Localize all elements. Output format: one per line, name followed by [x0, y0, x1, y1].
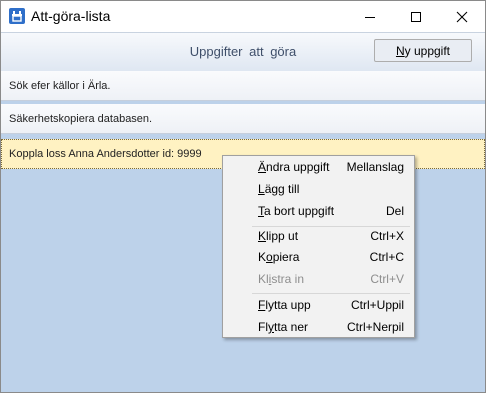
menu-separator [252, 293, 410, 294]
menu-item-shortcut: Ctrl+C [369, 250, 404, 264]
menu-item-shortcut: Ctrl+V [370, 272, 404, 286]
menu-item-label: Kopiera [258, 250, 300, 264]
menu-item-shortcut: Del [385, 204, 404, 218]
menu-item-label: Klipp ut [258, 229, 299, 243]
maximize-button[interactable] [393, 1, 439, 32]
toolbar: Uppgifter att göra Ny uppgift [1, 32, 485, 72]
menu-item-move-down[interactable]: Flytta ner Ctrl+Nerpil [225, 317, 412, 338]
close-icon [456, 11, 468, 22]
task-item[interactable]: Säkerhetskopiera databasen. [1, 104, 485, 134]
maximize-icon [411, 11, 421, 22]
menu-item-label: Klistra in [258, 272, 305, 286]
menu-item-add[interactable]: Lägg till [225, 179, 412, 200]
new-task-button[interactable]: Ny uppgift [374, 39, 472, 62]
menu-item-cut[interactable]: Klipp ut Ctrl+X [225, 226, 412, 247]
menu-item-label: Ta bort uppgift [258, 204, 335, 218]
menu-item-label: Flytta ner [258, 320, 309, 334]
menu-item-paste: Klistra in Ctrl+V [225, 269, 412, 290]
menu-item-delete-task[interactable]: Ta bort uppgift Del [225, 201, 412, 222]
menu-item-shortcut: Ctrl+Nerpil [346, 320, 404, 334]
context-menu: Ändra uppgift Mellanslag Lägg till Ta bo… [222, 155, 415, 338]
menu-item-copy[interactable]: Kopiera Ctrl+C [225, 247, 412, 268]
menu-item-edit-task[interactable]: Ändra uppgift Mellanslag [225, 157, 412, 178]
menu-item-label: Flytta upp [258, 298, 311, 312]
menu-item-move-up[interactable]: Flytta upp Ctrl+Uppil [225, 295, 412, 316]
minimize-icon [365, 16, 375, 18]
minimize-button[interactable] [347, 1, 393, 32]
app-icon [9, 8, 25, 24]
new-task-button-label: y uppgift [404, 44, 451, 58]
menu-item-shortcut: Ctrl+X [370, 229, 404, 243]
menu-item-shortcut: Mellanslag [346, 160, 404, 174]
title-bar[interactable]: Att-göra-lista [1, 1, 485, 32]
close-button[interactable] [439, 1, 485, 32]
menu-item-shortcut: Ctrl+Uppil [350, 298, 404, 312]
window-title: Att-göra-lista [31, 8, 111, 24]
task-item[interactable]: Sök efer källor i Ärla. [1, 71, 485, 101]
menu-item-label: Ändra uppgift [258, 160, 330, 174]
new-task-button-accel: N [395, 44, 405, 58]
menu-item-label: Lägg till [258, 182, 300, 196]
